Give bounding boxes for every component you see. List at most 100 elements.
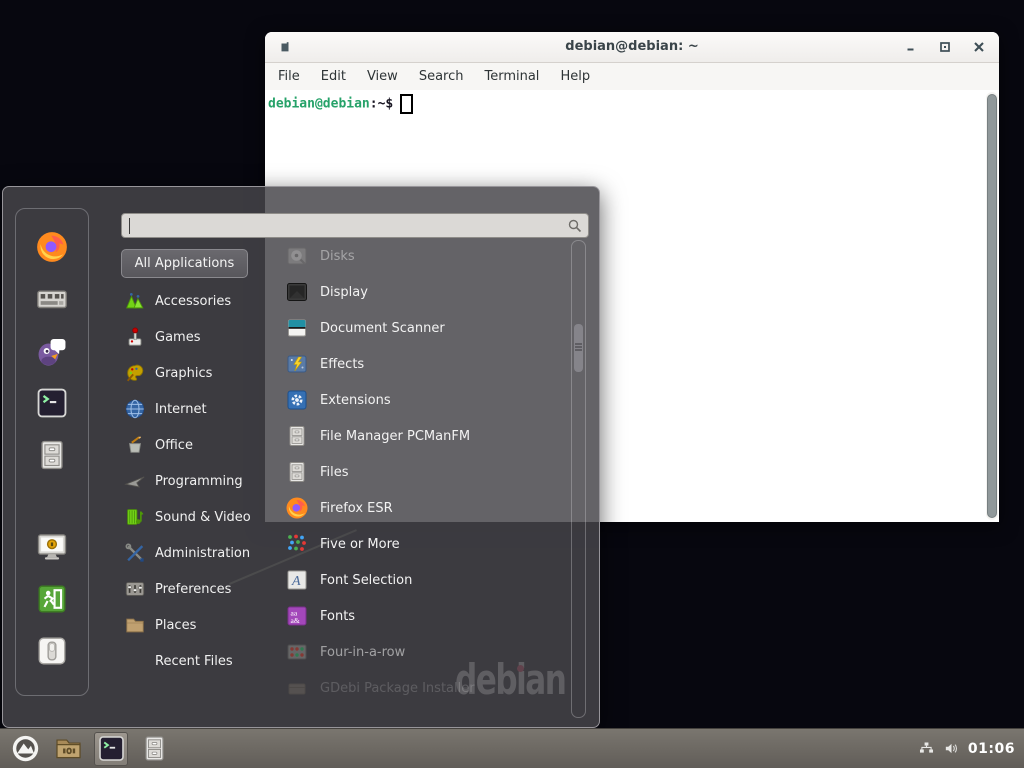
app-label: Firefox ESR: [320, 501, 393, 516]
app-file-manager-pcmanfm[interactable]: File Manager PCManFM: [285, 418, 565, 454]
terminal-menu-edit[interactable]: Edit: [321, 69, 346, 84]
administration-icon: [124, 542, 146, 564]
app-disks[interactable]: Disks: [285, 238, 565, 274]
tray-volume-icon[interactable]: [943, 740, 960, 757]
places-icon: [124, 614, 146, 636]
internet-icon: [124, 398, 146, 420]
taskbar-file-cabinet-button[interactable]: [137, 732, 171, 766]
terminal-menu-view[interactable]: View: [367, 69, 398, 84]
logout-button[interactable]: [35, 582, 69, 616]
font-selection-icon: A: [285, 568, 309, 592]
category-label: Places: [155, 618, 196, 633]
taskbar-menu-logo-button[interactable]: [8, 732, 42, 766]
app-effects[interactable]: Effects: [285, 346, 565, 382]
prompt-user-host: debian@debian: [268, 97, 370, 112]
app-label: Effects: [320, 357, 364, 372]
games-icon: [124, 326, 146, 348]
menu-scrollbar-thumb[interactable]: [574, 324, 583, 372]
app-firefox-esr[interactable]: Firefox ESR: [285, 490, 565, 526]
category-label: Internet: [155, 402, 207, 417]
search-input[interactable]: [130, 216, 562, 235]
category-all-applications[interactable]: All Applications: [121, 249, 248, 278]
five-or-more-icon: [285, 532, 309, 556]
tray-network-icon[interactable]: [918, 740, 935, 757]
menu-scrollbar[interactable]: [571, 240, 586, 718]
menu-search-box[interactable]: [121, 213, 589, 238]
application-list: Disks Display Document Scanner Effects Exten…: [285, 238, 565, 706]
favorite-keyboard-button[interactable]: [35, 282, 69, 316]
app-extensions[interactable]: Extensions: [285, 382, 565, 418]
terminal-cursor: [400, 94, 413, 114]
prompt-path: :~$: [370, 97, 393, 112]
terminal-scrollbar-thumb[interactable]: [987, 94, 997, 518]
favorite-firefox-button[interactable]: [35, 230, 69, 264]
category-label: Recent Files: [155, 654, 233, 669]
taskbar-tray: 01:06: [918, 740, 1024, 757]
favorite-file-cabinet-button[interactable]: [35, 438, 69, 472]
lock-screen-button[interactable]: [35, 530, 69, 564]
category-office[interactable]: Office: [121, 427, 279, 463]
window-controls: [903, 39, 987, 55]
category-preferences[interactable]: Preferences: [121, 571, 279, 607]
effects-icon: [285, 352, 309, 376]
app-label: Display: [320, 285, 368, 300]
app-label: Files: [320, 465, 349, 480]
terminal-scrollbar[interactable]: [986, 92, 998, 520]
display-icon: [285, 280, 309, 304]
taskbar-terminal-button[interactable]: [94, 732, 128, 766]
text-caret: [129, 218, 130, 234]
category-administration[interactable]: Administration: [121, 535, 279, 571]
app-label: Five or More: [320, 537, 400, 552]
programming-icon: [124, 470, 146, 492]
favorite-pidgin-button[interactable]: [35, 334, 69, 368]
category-games[interactable]: Games: [121, 319, 279, 355]
close-button[interactable]: [971, 39, 987, 55]
search-icon: [567, 218, 583, 234]
category-programming[interactable]: Programming: [121, 463, 279, 499]
favorite-terminal-button[interactable]: [35, 386, 69, 420]
category-label: Graphics: [155, 366, 212, 381]
app-display[interactable]: Display: [285, 274, 565, 310]
category-label: Programming: [155, 474, 243, 489]
category-sound-video[interactable]: Sound & Video: [121, 499, 279, 535]
category-label: Sound & Video: [155, 510, 251, 525]
file-cabinet-icon: [140, 734, 169, 763]
terminal-titlebar[interactable]: debian@debian: ~: [265, 32, 999, 63]
fonts-icon: aaa&: [285, 604, 309, 628]
category-recent-files[interactable]: Recent Files: [121, 643, 279, 679]
category-accessories[interactable]: Accessories: [121, 283, 279, 319]
four-in-a-row-icon: [285, 640, 309, 664]
terminal-menu-terminal[interactable]: Terminal: [484, 69, 539, 84]
firefox-icon: [285, 496, 309, 520]
file-cabinet-icon: [285, 460, 309, 484]
app-label: Fonts: [320, 609, 355, 624]
session-buttons: [18, 530, 86, 668]
terminal-icon: [97, 734, 126, 763]
app-label: Document Scanner: [320, 321, 445, 336]
app-gdebi-package-installer[interactable]: GDebi Package Installer: [285, 670, 565, 706]
terminal-menu-help[interactable]: Help: [560, 69, 590, 84]
category-label: Games: [155, 330, 200, 345]
app-five-or-more[interactable]: Five or More: [285, 526, 565, 562]
menu-logo-icon: [11, 734, 40, 763]
terminal-menu-search[interactable]: Search: [419, 69, 464, 84]
category-internet[interactable]: Internet: [121, 391, 279, 427]
taskbar-folder-button[interactable]: [51, 732, 85, 766]
category-graphics[interactable]: Graphics: [121, 355, 279, 391]
taskbar-clock[interactable]: 01:06: [968, 741, 1015, 757]
selected-category-label: All Applications: [135, 256, 235, 271]
minimize-button[interactable]: [903, 39, 919, 55]
category-places[interactable]: Places: [121, 607, 279, 643]
taskbar-launchers: [0, 732, 171, 766]
app-fonts[interactable]: aaa&Fonts: [285, 598, 565, 634]
shutdown-button[interactable]: [35, 634, 69, 668]
app-four-in-a-row[interactable]: Four-in-a-row: [285, 634, 565, 670]
app-files[interactable]: Files: [285, 454, 565, 490]
maximize-button[interactable]: [937, 39, 953, 55]
app-font-selection[interactable]: AFont Selection: [285, 562, 565, 598]
app-document-scanner[interactable]: Document Scanner: [285, 310, 565, 346]
app-label: GDebi Package Installer: [320, 681, 475, 696]
terminal-menubar: File Edit View Search Terminal Help: [265, 63, 999, 91]
accessories-icon: [124, 290, 146, 312]
terminal-menu-file[interactable]: File: [278, 69, 300, 84]
